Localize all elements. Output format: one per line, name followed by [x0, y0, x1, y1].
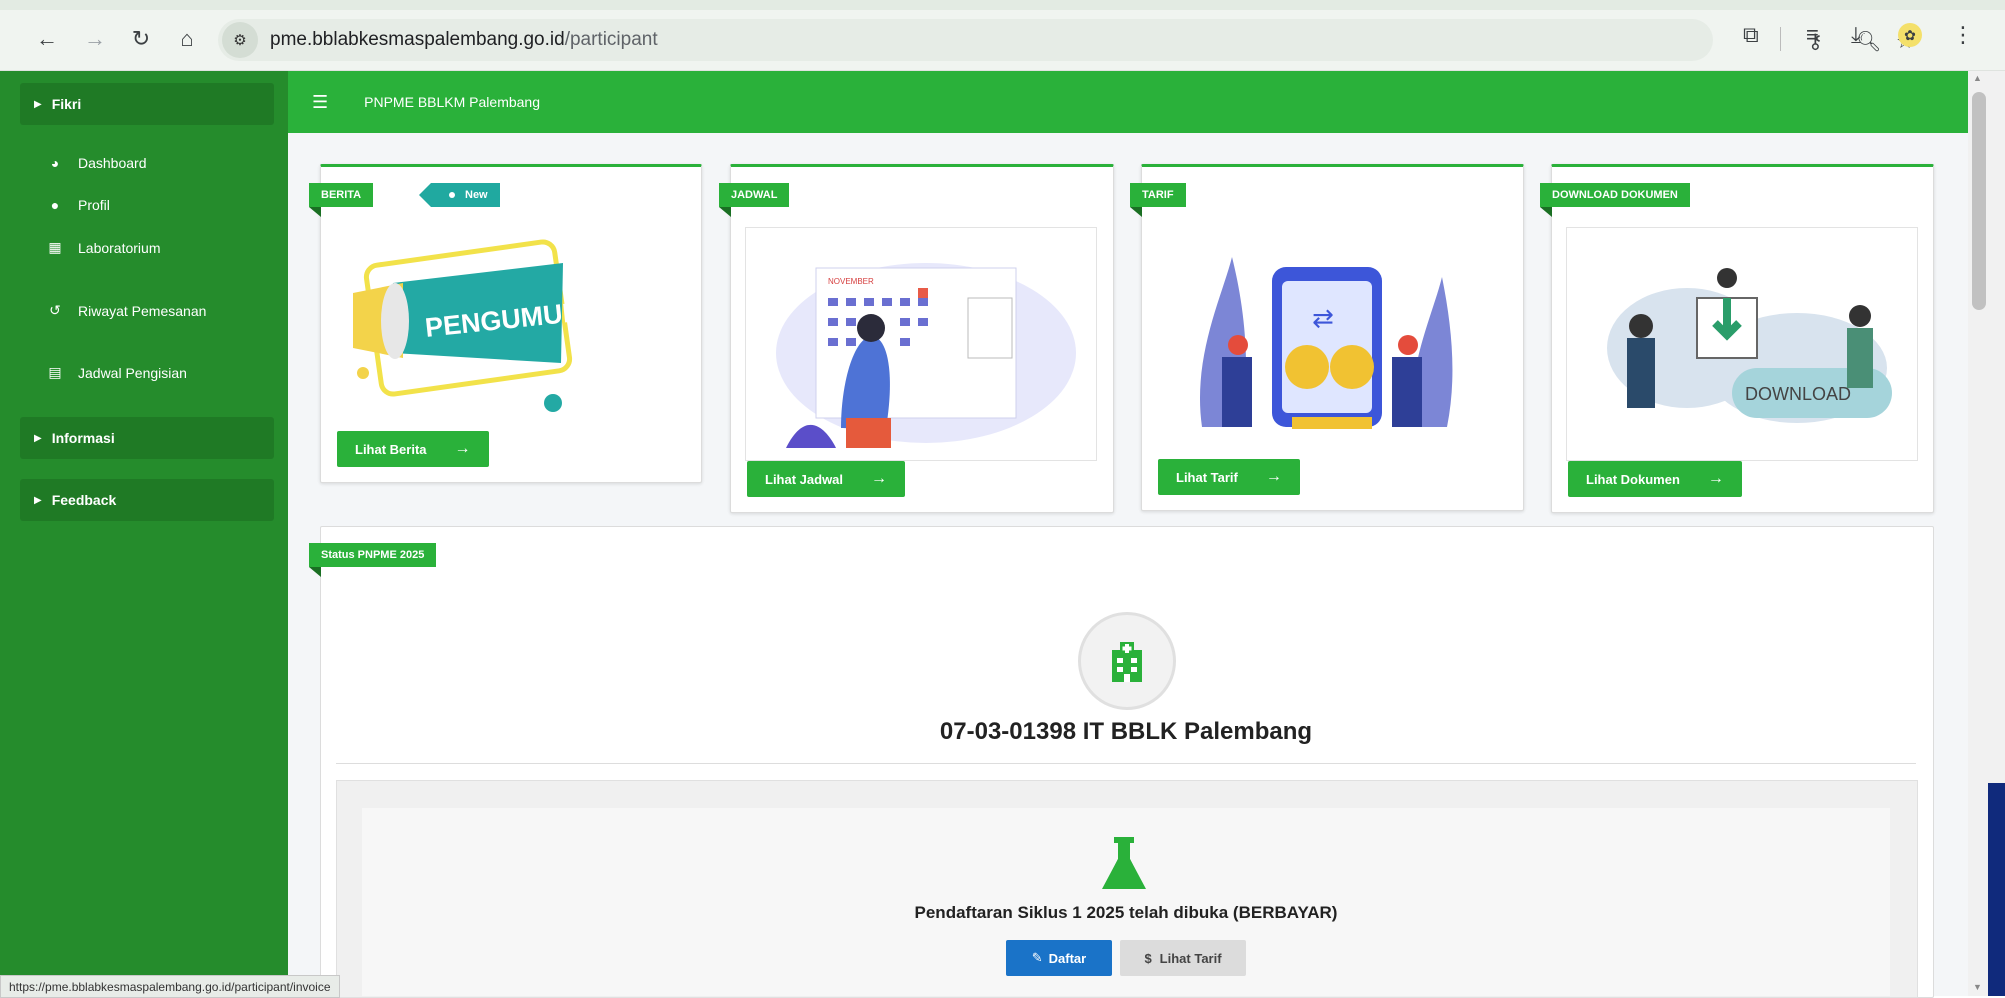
registration-text: Pendaftaran Siklus 1 2025 telah dibuka (…	[914, 903, 1338, 922]
status-ribbon: Status PNPME 2025	[309, 543, 437, 577]
arrow-right-icon: →	[871, 470, 888, 487]
sidebar-section-informasi[interactable]: ▶ Informasi	[20, 417, 274, 459]
caret-right-icon: ▶	[34, 432, 42, 444]
tab-strip	[0, 0, 2005, 10]
scroll-up-icon[interactable]: ▲	[1973, 73, 1982, 83]
card-ribbon: JADWAL	[719, 183, 790, 217]
button-label: Lihat Tarif	[1176, 469, 1238, 485]
hamburger-menu-icon[interactable]: ☰	[312, 92, 328, 113]
user-icon: ●	[50, 197, 60, 213]
extensions-icon[interactable]: ⧉	[1743, 22, 1759, 48]
button-label: Lihat Jadwal	[765, 471, 844, 487]
sidebar-section-label: Feedback	[51, 492, 117, 508]
scrollbar-thumb[interactable]	[1972, 92, 1986, 310]
sidebar-item-label: Dashboard	[78, 155, 147, 171]
arrow-right-icon: →	[1707, 470, 1724, 487]
reload-icon[interactable]: ↻	[124, 22, 158, 56]
hospital-icon	[1078, 612, 1176, 710]
new-badge: New	[419, 183, 500, 207]
history-icon: ↺	[49, 302, 61, 318]
calendar-icon: ▤	[48, 364, 62, 380]
profile-avatar[interactable]: ✿	[1898, 23, 1922, 47]
sidebar-item-label: Laboratorium	[78, 239, 161, 256]
sidebar-section-feedback[interactable]: ▶ Feedback	[20, 479, 274, 521]
lab-name: 07-03-01398 IT BBLK Palembang	[939, 718, 1313, 745]
dot-icon	[449, 192, 455, 198]
lihat-berita-button[interactable]: Lihat Berita →	[337, 431, 489, 467]
link-status-bar: https://pme.bblabkesmaspalembang.go.id/p…	[0, 975, 340, 998]
lihat-tarif-status-button[interactable]: $ Lihat Tarif	[1120, 940, 1246, 976]
caret-right-icon: ▶	[34, 494, 42, 506]
toolbar-separator	[1780, 27, 1781, 51]
edge-decoration	[1988, 783, 2005, 996]
site-info-icon[interactable]: ⚙	[222, 22, 258, 58]
sidebar-item-profil[interactable]: ● Profil	[46, 197, 110, 213]
sidebar-user-name: Fikri	[51, 96, 82, 112]
sidebar-section-label: Informasi	[51, 430, 115, 446]
address-bar[interactable]: ⚙ pme.bblabkesmaspalembang.go.id/partici…	[218, 19, 1914, 61]
card-download-dokumen: DOWNLOAD DOKUMEN DOWNLOAD Lihat Dokumen →	[1540, 164, 1934, 513]
dollar-icon: $	[1144, 950, 1152, 966]
download-illustration: DOWNLOAD	[1566, 227, 1918, 461]
card-berita: BERITA New PENGUMUMAN Lihat Berita →	[309, 164, 702, 483]
sidebar-item-label: Riwayat Pemesanan	[78, 302, 207, 319]
sidebar: ▶ Fikri ◕ Dashboard ● Profil ▦ Laborator…	[0, 71, 288, 996]
sidebar-item-label: Jadwal Pengisian	[78, 364, 187, 381]
new-badge-label: New	[465, 189, 488, 201]
button-label: Daftar	[1048, 950, 1087, 966]
browser-toolbar: ← → ↻ ⌂ ⚙ pme.bblabkesmaspalembang.go.id…	[0, 0, 2005, 71]
reading-list-icon[interactable]: ≡	[1806, 22, 1819, 48]
app-topbar: ☰ PNPME BBLKM Palembang	[288, 71, 1968, 133]
card-ribbon: DOWNLOAD DOKUMEN	[1540, 183, 1690, 217]
caret-right-icon: ▶	[34, 98, 42, 110]
arrow-right-icon: →	[454, 440, 471, 457]
arrow-right-icon: →	[1265, 468, 1282, 485]
card-tarif: TARIF ⇄ Lihat Tarif →	[1130, 164, 1524, 511]
sidebar-user-toggle[interactable]: ▶ Fikri	[20, 83, 274, 125]
sidebar-item-riwayat-pemesanan[interactable]: ↺ Riwayat Pemesanan	[46, 302, 206, 319]
divider	[336, 763, 1916, 764]
download-icon[interactable]: ⤓	[1851, 22, 1861, 48]
november-text: NOVEMBER	[828, 277, 874, 286]
sidebar-item-dashboard[interactable]: ◕ Dashboard	[46, 155, 147, 171]
lihat-dokumen-button[interactable]: Lihat Dokumen →	[1568, 461, 1742, 497]
sidebar-item-laboratorium[interactable]: ▦ Laboratorium	[46, 239, 161, 256]
pengumuman-illustration: PENGUMUMAN	[333, 223, 597, 429]
tarif-illustration: ⇄	[1182, 237, 1478, 437]
sidebar-item-jadwal-pengisian[interactable]: ▤ Jadwal Pengisian	[46, 364, 187, 381]
flask-icon	[1100, 835, 1148, 898]
button-label: Lihat Berita	[355, 441, 427, 457]
card-ribbon: TARIF	[1130, 183, 1186, 217]
url-path: /participant	[564, 29, 658, 50]
card-ribbon: BERITA	[309, 183, 374, 217]
building-icon: ▦	[48, 239, 62, 255]
app-title: PNPME BBLKM Palembang	[364, 94, 540, 110]
card-jadwal: JADWAL NOVEMBER Lihat Jadwal →	[719, 164, 1114, 513]
lihat-tarif-button[interactable]: Lihat Tarif →	[1158, 459, 1300, 495]
svg-text:⇄: ⇄	[1312, 304, 1334, 334]
menu-icon[interactable]: ⋮	[1952, 22, 1974, 48]
lihat-jadwal-button[interactable]: Lihat Jadwal →	[747, 461, 906, 497]
url-text[interactable]: pme.bblabkesmaspalembang.go.id/participa…	[270, 29, 658, 51]
button-label: Lihat Dokumen	[1586, 471, 1680, 487]
dashboard-icon: ◕	[50, 155, 60, 171]
download-text: DOWNLOAD	[1745, 384, 1851, 404]
pencil-icon: ✎	[1031, 950, 1043, 965]
sidebar-item-label: Profil	[78, 197, 110, 213]
button-label: Lihat Tarif	[1159, 950, 1222, 966]
scroll-down-icon[interactable]: ▼	[1973, 982, 1982, 992]
home-icon[interactable]: ⌂	[170, 22, 204, 56]
jadwal-illustration: NOVEMBER	[745, 227, 1097, 461]
url-domain: pme.bblabkesmaspalembang.go.id	[270, 29, 565, 50]
daftar-button[interactable]: ✎ Daftar	[1006, 940, 1112, 976]
forward-icon[interactable]: →	[78, 22, 112, 56]
back-icon[interactable]: ←	[30, 22, 64, 56]
